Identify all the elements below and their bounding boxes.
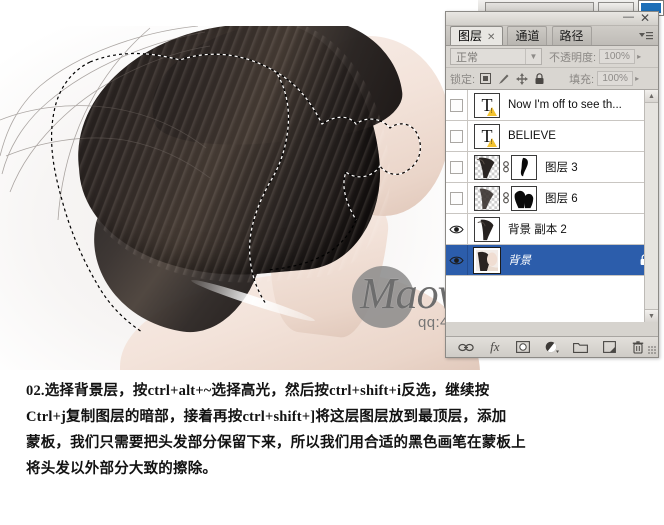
minimize-button[interactable]: — <box>623 12 634 23</box>
caption-line: 蒙板，我们只需要把头发部分保留下来，所以我们用合适的黑色画笔在蒙板上 <box>26 435 526 451</box>
lock-row: 锁定: 填充: 100% ▸ <box>446 68 658 90</box>
layer-name: Now I'm off to see th... <box>508 99 622 111</box>
eye-on-icon <box>449 225 464 233</box>
layer-name: 背景 副本 2 <box>508 224 567 236</box>
layers-panel-toolbar: fx <box>446 336 658 357</box>
layer-name: 图层 3 <box>545 162 578 174</box>
panel-tab-row: 图层 ✕ 通道 路径 <box>446 26 658 46</box>
tab-paths[interactable]: 路径 <box>551 26 592 45</box>
mask-link-icon[interactable] <box>501 186 510 211</box>
panel-resize-grip[interactable] <box>648 346 656 354</box>
layer-thumbnail[interactable]: T <box>474 92 500 118</box>
new-group-icon[interactable] <box>572 339 590 355</box>
scroll-up-icon[interactable]: ▲ <box>645 90 658 103</box>
caption-block: 02.选择背景层，按ctrl+alt+~选择高光，然后按ctrl+shift+i… <box>0 370 664 525</box>
layer-thumbnail[interactable] <box>474 185 500 211</box>
layer-row[interactable]: 背景 副本 2 <box>446 214 658 245</box>
layer-name: 图层 6 <box>545 193 578 205</box>
layer-mask-thumbnail[interactable] <box>511 185 537 211</box>
lock-move-icon[interactable] <box>514 71 529 86</box>
layer-row[interactable]: T BELIEVE <box>446 121 658 152</box>
fill-input[interactable]: 100% <box>597 71 634 86</box>
blend-mode-select[interactable]: 正常 ▼ <box>450 48 542 65</box>
tab-paths-label: 路径 <box>559 29 584 43</box>
tab-layers[interactable]: 图层 ✕ <box>450 26 504 45</box>
layer-thumbnail[interactable] <box>473 246 501 274</box>
eye-off-icon[interactable] <box>450 191 463 205</box>
layer-thumbnail[interactable] <box>474 216 500 242</box>
layer-visibility-toggle[interactable] <box>446 245 468 275</box>
warning-triangle-icon <box>487 106 497 116</box>
layer-visibility-toggle[interactable] <box>446 152 468 182</box>
add-layer-mask-icon[interactable] <box>514 339 532 355</box>
layer-mask-thumbnail[interactable] <box>511 154 537 180</box>
caption-line: 将头发以外部分大致的擦除。 <box>26 461 218 477</box>
layer-name: 背景 <box>508 255 531 267</box>
delete-layer-icon[interactable] <box>629 339 647 355</box>
panel-menu-icon[interactable] <box>638 29 654 43</box>
lock-paint-icon[interactable] <box>496 71 511 86</box>
lock-all-icon[interactable] <box>532 71 547 86</box>
caption-line: Ctrl+j复制图层的暗部，接着再按ctrl+shift+]将这层图层放到最顶层… <box>26 409 507 425</box>
eye-on-icon <box>449 256 464 264</box>
warning-triangle-icon <box>487 137 497 147</box>
close-button[interactable]: ✕ <box>639 12 651 24</box>
photoshop-canvas-image: Maoweijie qq:443796339 — ✕ 图层✕ 通道 路径 <box>0 0 664 370</box>
layer-visibility-toggle[interactable] <box>446 121 468 151</box>
lock-label: 锁定: <box>450 73 476 86</box>
tab-channels-label: 通道 <box>515 29 540 43</box>
layer-row-selected[interactable]: 背景 <box>446 245 658 276</box>
link-layers-icon[interactable] <box>457 339 475 355</box>
new-layer-icon[interactable] <box>600 339 618 355</box>
scroll-down-icon[interactable]: ▼ <box>645 309 658 322</box>
layer-visibility-toggle[interactable] <box>446 90 468 120</box>
layer-row[interactable]: 图层 3 <box>446 152 658 183</box>
opacity-stepper-icon[interactable]: ▸ <box>637 52 641 61</box>
layer-list[interactable]: T Now I'm off to see th... T BELIEVE <box>446 90 658 322</box>
panel-titlebar: — ✕ <box>446 12 658 26</box>
layer-row[interactable]: T Now I'm off to see th... <box>446 90 658 121</box>
layer-visibility-toggle[interactable] <box>446 183 468 213</box>
fill-label: 填充: <box>569 73 595 86</box>
lock-transparent-icon[interactable] <box>478 71 493 86</box>
blend-mode-value: 正常 <box>456 51 478 64</box>
layers-panel[interactable]: — ✕ 图层 ✕ 通道 路径 正常 ▼ 不透明度: 100% ▸ 锁定: 填充:… <box>445 11 659 358</box>
mask-link-icon[interactable] <box>501 155 510 180</box>
fill-stepper-icon[interactable]: ▸ <box>635 74 639 83</box>
blend-mode-row: 正常 ▼ 不透明度: 100% ▸ <box>446 46 658 68</box>
tab-channels[interactable]: 通道 <box>507 26 548 45</box>
layer-name: BELIEVE <box>508 130 556 142</box>
eye-off-icon[interactable] <box>450 98 463 112</box>
opacity-label: 不透明度: <box>549 51 597 64</box>
layer-row[interactable]: 图层 6 <box>446 183 658 214</box>
chevron-down-icon[interactable]: ▼ <box>525 49 541 64</box>
layer-style-fx-icon[interactable]: fx <box>486 339 504 355</box>
text-layer-t-icon: T <box>475 124 499 148</box>
layer-thumbnail[interactable] <box>474 154 500 180</box>
tab-layers-label: 图层 <box>458 29 483 43</box>
layer-visibility-toggle[interactable] <box>446 214 468 244</box>
text-layer-t-icon: T <box>475 93 499 117</box>
opacity-input[interactable]: 100% <box>599 49 636 64</box>
layer-list-scrollbar[interactable]: ▲ ▼ <box>644 90 658 322</box>
layer-thumbnail[interactable]: T <box>474 123 500 149</box>
tab-close-icon[interactable]: ✕ <box>487 32 495 43</box>
caption-line: 02.选择背景层，按ctrl+alt+~选择高光，然后按ctrl+shift+i… <box>26 383 490 399</box>
eye-off-icon[interactable] <box>450 160 463 174</box>
eye-off-icon[interactable] <box>450 129 463 143</box>
new-fill-adjustment-icon[interactable] <box>543 339 561 355</box>
